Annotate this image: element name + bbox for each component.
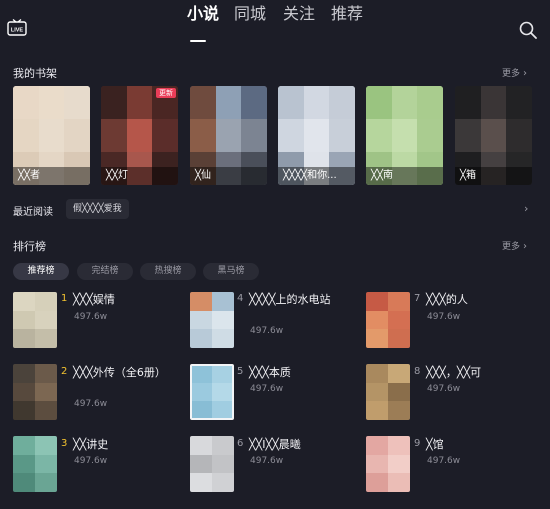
- chevron-right-icon: ›: [523, 241, 528, 252]
- recent-reading-label: 最近阅读: [13, 207, 53, 218]
- top-bar: LIVE 小说 同城 关注 推荐: [0, 0, 550, 58]
- book-cover: [13, 364, 57, 420]
- filter-trending[interactable]: 热搜榜: [140, 263, 196, 280]
- rank-number: 5: [237, 366, 244, 377]
- rank-number: 6: [237, 438, 244, 449]
- ranking-title: 排行榜: [13, 240, 46, 253]
- tab-local[interactable]: 同城: [234, 0, 266, 24]
- shelf-book-5[interactable]: ╳╳南: [366, 86, 443, 185]
- rank-number: 3: [61, 438, 68, 449]
- shelf-book-1[interactable]: ╳╳者: [13, 86, 90, 185]
- shelf-book-6[interactable]: ╳箱: [455, 86, 532, 185]
- rank-title[interactable]: ╳╳╳娱情: [73, 292, 177, 307]
- rank-title[interactable]: ╳╳╳的人: [426, 292, 530, 307]
- rank-count: 497.6w: [427, 384, 461, 394]
- rank-cover-5[interactable]: [190, 364, 234, 420]
- book-title: ╳╳灯: [101, 167, 178, 185]
- rank-title[interactable]: ╳╳╳╳上的水电站: [249, 292, 353, 307]
- book-title: ╳箱: [455, 167, 532, 185]
- book-cover: [190, 364, 234, 420]
- rank-number: 9: [414, 438, 421, 449]
- book-cover: [13, 436, 57, 492]
- book-cover: [366, 292, 410, 348]
- book-title: ╳╳╳╳和你...: [278, 167, 355, 185]
- rank-count: 497.6w: [74, 456, 108, 466]
- shelf-more-link[interactable]: 更多 ›: [502, 66, 527, 79]
- chevron-right-icon[interactable]: ›: [524, 202, 528, 215]
- shelf-more-label: 更多: [502, 69, 521, 79]
- active-tab-indicator: [190, 40, 206, 42]
- rank-cover-8[interactable]: [366, 364, 410, 420]
- rank-cover-2[interactable]: [13, 364, 57, 420]
- rank-cover-1[interactable]: [13, 292, 57, 348]
- ranking-more-link[interactable]: 更多 ›: [502, 239, 527, 252]
- book-cover: [190, 436, 234, 492]
- rank-number: 1: [61, 293, 68, 304]
- rank-cover-4[interactable]: [190, 292, 234, 348]
- book-cover: [366, 436, 410, 492]
- rank-cover-3[interactable]: [13, 436, 57, 492]
- rank-cover-6[interactable]: [190, 436, 234, 492]
- rank-number: 2: [61, 366, 68, 377]
- rank-number: 7: [414, 293, 421, 304]
- live-tv-icon[interactable]: LIVE: [7, 19, 27, 36]
- book-cover: [190, 292, 234, 348]
- rank-count: 497.6w: [250, 384, 284, 394]
- rank-number: 4: [237, 293, 244, 304]
- shelf-book-2[interactable]: 更新 ╳╳灯: [101, 86, 178, 185]
- tab-following[interactable]: 关注: [283, 0, 315, 24]
- book-title: ╳╳者: [13, 167, 90, 185]
- filter-recommend[interactable]: 推荐榜: [13, 263, 69, 280]
- rank-title[interactable]: ╳╳╳外传（全6册）: [73, 365, 177, 380]
- book-cover: [366, 364, 410, 420]
- recent-reading-item[interactable]: 假╳╳╳╳爱我: [66, 199, 129, 219]
- rank-cover-9[interactable]: [366, 436, 410, 492]
- rank-count: 497.6w: [427, 312, 461, 322]
- tab-novel[interactable]: 小说: [187, 0, 219, 24]
- book-title: ╳仙: [190, 167, 267, 185]
- shelf-title: 我的书架: [13, 67, 57, 80]
- rank-title[interactable]: ╳╳╳，╳╳可: [426, 365, 530, 380]
- rank-title[interactable]: ╳馆: [426, 437, 530, 452]
- shelf-book-3[interactable]: ╳仙: [190, 86, 267, 185]
- book-cover: [13, 292, 57, 348]
- rank-count: 497.6w: [250, 326, 284, 336]
- chevron-right-icon: ›: [523, 68, 528, 79]
- shelf-book-4[interactable]: ╳╳╳╳和你...: [278, 86, 355, 185]
- filter-completed[interactable]: 完结榜: [77, 263, 133, 280]
- search-icon[interactable]: [519, 21, 537, 39]
- rank-title[interactable]: ╳╳I╳╳晨曦: [249, 437, 353, 452]
- rank-title[interactable]: ╳╳╳本质: [249, 365, 353, 380]
- rank-count: 497.6w: [250, 456, 284, 466]
- live-label: LIVE: [11, 28, 24, 34]
- ranking-more-label: 更多: [502, 242, 521, 252]
- filter-dark-horse[interactable]: 黑马榜: [203, 263, 259, 280]
- rank-cover-7[interactable]: [366, 292, 410, 348]
- tab-recommend[interactable]: 推荐: [331, 0, 363, 24]
- rank-count: 497.6w: [74, 312, 108, 322]
- rank-count: 497.6w: [74, 399, 108, 409]
- rank-count: 497.6w: [427, 456, 461, 466]
- rank-number: 8: [414, 366, 421, 377]
- update-badge: 更新: [156, 88, 176, 98]
- book-title: ╳╳南: [366, 167, 443, 185]
- rank-title[interactable]: ╳╳讲史: [73, 437, 177, 452]
